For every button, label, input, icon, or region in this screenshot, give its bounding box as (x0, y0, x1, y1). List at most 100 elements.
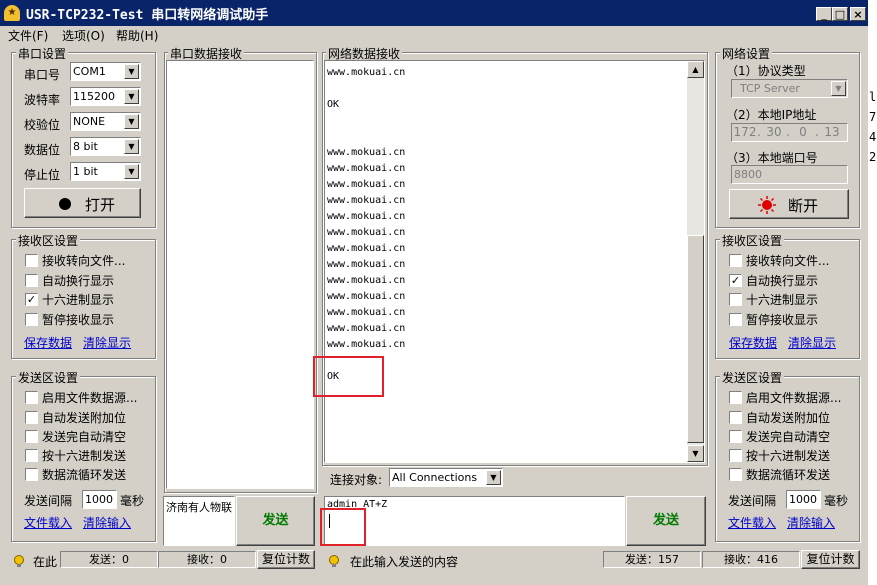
baud-select[interactable]: 115200 ▼ (70, 87, 141, 106)
left-file-load-link[interactable]: 文件载入 (24, 514, 72, 531)
net-recv-area[interactable]: www.mokuai.cn OK www.mokuai.cn www.mokuai.c… (324, 60, 705, 463)
databits-select[interactable]: 8 bit ▼ (70, 137, 141, 156)
connection-label: 连接对象: (330, 473, 383, 487)
chevron-down-icon[interactable]: ▼ (124, 164, 139, 179)
checkbox[interactable] (729, 430, 742, 443)
right-send-option-label: 发送完自动清空 (746, 430, 831, 444)
ip-octet: 13 (824, 125, 840, 139)
right-send-option-label: 按十六进制发送 (746, 449, 831, 463)
net-recv-line: www.mokuai.cn (327, 275, 406, 286)
scroll-up-icon[interactable]: ▲ (687, 61, 704, 78)
net-recv-line: www.mokuai.cn (327, 291, 406, 302)
right-clear-input-link[interactable]: 清除输入 (787, 514, 835, 531)
right-send-count: 发送：157 (603, 551, 701, 568)
serial-send-button[interactable]: 发送 (236, 496, 315, 546)
connection-value: All Connections (392, 471, 478, 484)
right-send-option-label: 启用文件数据源... (746, 391, 842, 405)
menu-help[interactable]: 帮助(H) (116, 27, 158, 44)
app-window: ★ USR-TCP232-Test 串口转网络调试助手 _ □ × 文件(F) … (0, 0, 868, 585)
checkmark-icon: ✓ (730, 274, 741, 287)
checkbox[interactable] (25, 468, 38, 481)
checkbox[interactable]: ✓ (729, 274, 742, 287)
right-save-data-link[interactable]: 保存数据 (729, 334, 777, 351)
left-send-count: 发送：0 (60, 551, 158, 568)
net-recv-line: OK (327, 99, 340, 110)
scroll-thumb[interactable] (687, 235, 704, 443)
checkbox[interactable] (729, 391, 742, 404)
checkbox[interactable] (729, 411, 742, 424)
checkbox[interactable] (25, 274, 38, 287)
serial-recv-area[interactable] (166, 60, 314, 489)
scroll-down-icon[interactable]: ▼ (687, 445, 704, 462)
left-status-hint: 在此 (33, 555, 58, 569)
left-interval-unit: 毫秒 (120, 494, 145, 508)
serial-settings-title: 串口设置 (16, 45, 69, 62)
local-ip-input[interactable]: 172 . 30 . 0 . 13 (731, 123, 848, 142)
left-reset-count-button[interactable]: 复位计数 (257, 550, 315, 569)
left-save-data-link[interactable]: 保存数据 (24, 334, 72, 351)
protocol-select[interactable]: TCP Server ▼ (731, 79, 848, 98)
disconnect-button[interactable]: 断开 (729, 189, 849, 219)
left-send-settings-title: 发送区设置 (16, 369, 81, 386)
left-clear-input-link[interactable]: 清除输入 (83, 514, 131, 531)
right-status-hint: 在此输入发送的内容 (350, 555, 459, 569)
menu-file[interactable]: 文件(F) (8, 27, 48, 44)
checkbox[interactable] (729, 468, 742, 481)
right-recv-option-label: 自动换行显示 (746, 274, 819, 288)
menu-options[interactable]: 选项(O) (62, 27, 105, 44)
right-interval-input[interactable]: 1000 (786, 490, 821, 509)
chevron-down-icon[interactable]: ▼ (124, 64, 139, 79)
left-interval-input[interactable]: 1000 (82, 490, 117, 509)
parity-label: 校验位 (24, 118, 61, 132)
maximize-button[interactable]: □ (832, 7, 848, 21)
checkbox[interactable]: ✓ (25, 293, 38, 306)
checkbox[interactable] (25, 430, 38, 443)
chevron-down-icon[interactable]: ▼ (486, 470, 501, 485)
right-recv-option-label: 十六进制显示 (746, 293, 819, 307)
title-bar[interactable]: ★ USR-TCP232-Test 串口转网络调试助手 _ □ × (0, 0, 868, 26)
checkbox[interactable] (729, 313, 742, 326)
checkbox[interactable] (25, 411, 38, 424)
checkbox[interactable] (729, 293, 742, 306)
local-port-input[interactable]: 8800 (731, 165, 848, 184)
close-button[interactable]: × (850, 7, 866, 21)
chevron-down-icon[interactable]: ▼ (831, 81, 846, 96)
connection-select[interactable]: All Connections ▼ (389, 468, 503, 487)
chevron-down-icon[interactable]: ▼ (124, 114, 139, 129)
parity-select[interactable]: NONE ▼ (70, 112, 141, 131)
right-recv-option-label: 接收转向文件... (746, 254, 830, 268)
left-send-option-label: 数据流循环发送 (42, 468, 127, 482)
right-reset-count-button[interactable]: 复位计数 (801, 550, 860, 569)
checkbox[interactable] (729, 449, 742, 462)
open-port-button[interactable]: 打开 (24, 188, 141, 218)
port-label: 串口号 (24, 68, 61, 82)
protocol-label: （1）协议类型 (726, 64, 806, 78)
right-file-load-link[interactable]: 文件载入 (728, 514, 776, 531)
checkbox[interactable] (25, 254, 38, 267)
right-interval-unit: 毫秒 (824, 494, 849, 508)
checkbox[interactable] (25, 313, 38, 326)
left-recv-count: 接收：0 (158, 551, 256, 568)
net-send-input[interactable]: admin AT+Z (324, 496, 625, 546)
net-send-button[interactable]: 发送 (626, 496, 706, 546)
connected-red-light-icon (758, 196, 776, 214)
stopbits-label: 停止位 (24, 168, 61, 182)
minimize-button[interactable]: _ (816, 7, 832, 21)
net-recv-scrollbar[interactable]: ▲ ▼ (687, 61, 704, 462)
port-value: COM1 (73, 65, 106, 78)
net-recv-line: www.mokuai.cn (327, 179, 406, 190)
chevron-down-icon[interactable]: ▼ (124, 89, 139, 104)
stopbits-select[interactable]: 1 bit ▼ (70, 162, 141, 181)
checkbox[interactable] (25, 449, 38, 462)
databits-label: 数据位 (24, 143, 61, 157)
left-recv-option-label: 自动换行显示 (42, 274, 115, 288)
net-settings-title: 网络设置 (720, 45, 773, 62)
port-closed-icon (59, 198, 71, 210)
chevron-down-icon[interactable]: ▼ (124, 139, 139, 154)
checkbox[interactable] (25, 391, 38, 404)
right-clear-display-link[interactable]: 清除显示 (788, 334, 836, 351)
port-select[interactable]: COM1 ▼ (70, 62, 141, 81)
serial-send-input[interactable]: 济南有人物联 (163, 496, 235, 546)
checkbox[interactable] (729, 254, 742, 267)
left-clear-display-link[interactable]: 清除显示 (83, 334, 131, 351)
